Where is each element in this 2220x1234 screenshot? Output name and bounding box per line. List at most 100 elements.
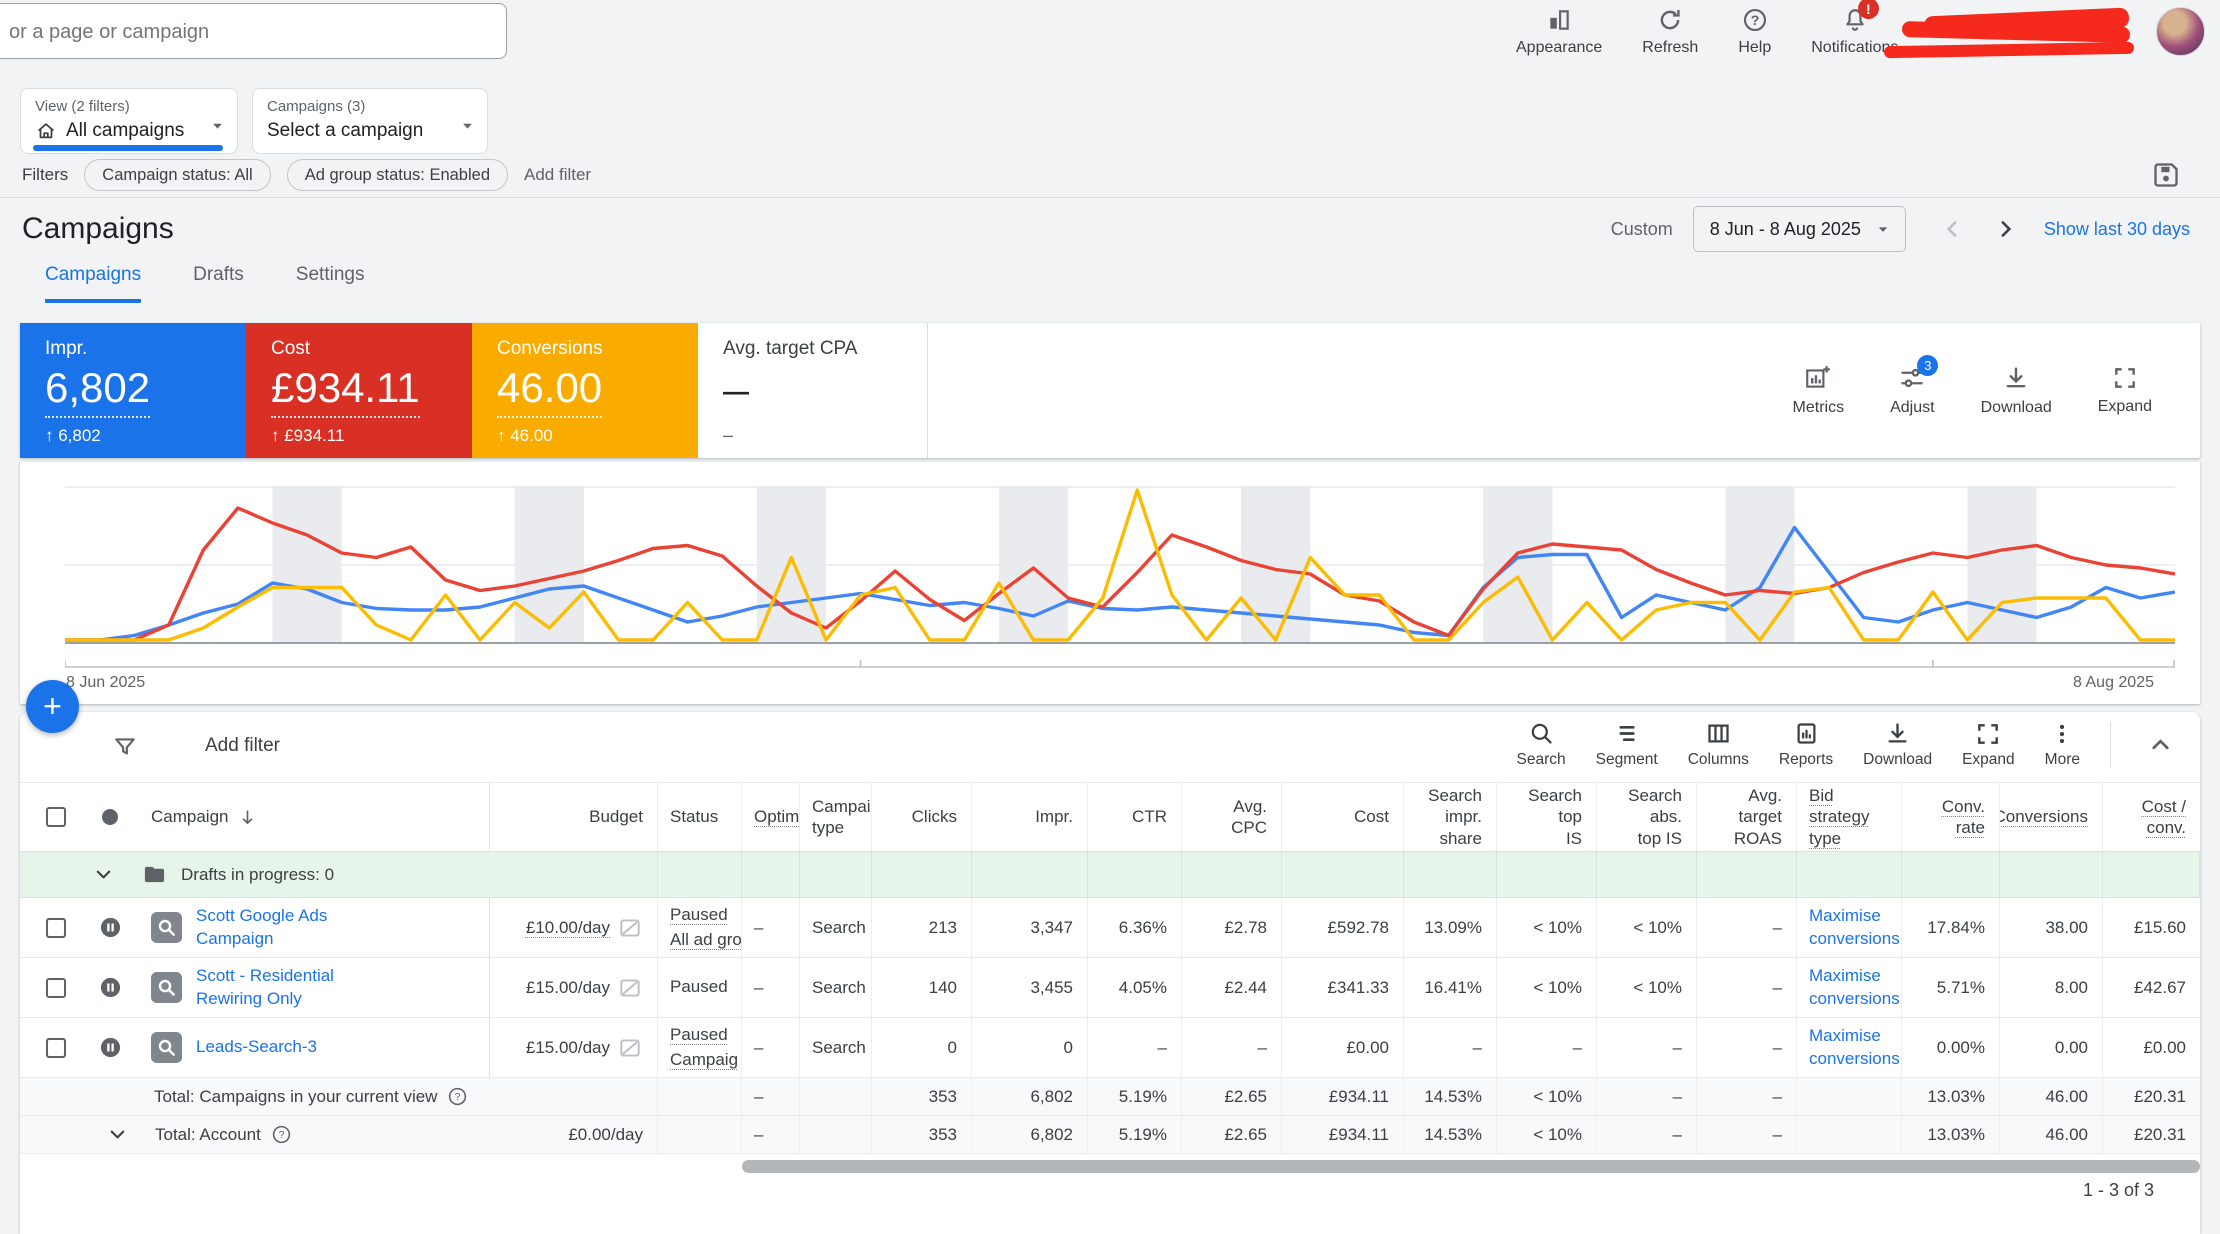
search-icon — [1528, 720, 1555, 747]
metrics-button[interactable]: Metrics — [1793, 364, 1844, 417]
expand-button[interactable]: Expand — [2098, 365, 2152, 416]
refresh-button[interactable]: Refresh — [1642, 7, 1698, 57]
column-header-costconv[interactable]: Cost / conv. — [2103, 783, 2200, 851]
column-header-opt[interactable]: Optimis — [742, 783, 800, 851]
table-reports-button[interactable]: Reports — [1779, 720, 1833, 769]
scorecards: Impr. 6,802 ↑ 6,802 Cost £934.11 ↑ £934.… — [20, 323, 2200, 458]
account-avatar[interactable] — [2156, 7, 2205, 56]
column-header-satis[interactable]: Search abs. top IS — [1597, 783, 1697, 851]
add-filter-link[interactable]: Add filter — [524, 165, 591, 185]
help-icon: ? — [1742, 7, 1768, 34]
horizontal-scrollbar — [490, 1160, 2200, 1173]
next-period-button[interactable] — [1992, 216, 2018, 242]
cell-opt: – — [742, 958, 800, 1017]
column-header-clicks[interactable]: Clicks — [872, 783, 972, 851]
table-download-button[interactable]: Download — [1863, 720, 1932, 769]
previous-period-button[interactable] — [1940, 216, 1966, 242]
bid-strategy-link[interactable]: Maximise conversions — [1809, 1025, 1900, 1069]
column-header-cost[interactable]: Cost — [1282, 783, 1404, 851]
column-header-status[interactable]: Status — [658, 783, 742, 851]
performance-chart[interactable] — [65, 486, 2175, 644]
cell-cost: £341.33 — [1282, 958, 1404, 1017]
campaigns-table: Campaign BudgetStatusOptimisCampai typeCl… — [20, 782, 2200, 1154]
create-campaign-fab[interactable]: + — [26, 680, 79, 733]
row-checkbox[interactable] — [46, 977, 66, 998]
cell-bid: Maximise conversions — [1797, 898, 1902, 957]
tab-campaigns[interactable]: Campaigns — [45, 264, 142, 303]
column-header-ctr[interactable]: CTR — [1088, 783, 1182, 851]
status-line: Paused — [670, 904, 728, 924]
total-cell-cpc: £2.65 — [1182, 1116, 1282, 1153]
adjust-icon: 3 — [1898, 355, 1939, 392]
table-segment-button[interactable]: Segment — [1596, 720, 1658, 769]
cell-conv: 0.00 — [2000, 1018, 2103, 1077]
save-icon[interactable] — [2152, 161, 2180, 189]
column-header-impr[interactable]: Impr. — [972, 783, 1088, 851]
drafts-row: Drafts in progress: 0 — [20, 852, 2200, 898]
global-search-input[interactable] — [0, 4, 520, 60]
campaign-name-link[interactable]: Scott - Residential Rewiring Only — [196, 965, 374, 1009]
column-header-sis[interactable]: Search impr. share — [1404, 783, 1497, 851]
filter-chip-adgroup-status[interactable]: Ad group status: Enabled — [286, 159, 508, 191]
bid-strategy-link[interactable]: Maximise conversions — [1809, 905, 1900, 949]
filter-funnel-icon[interactable] — [112, 734, 138, 760]
table-add-filter[interactable]: Add filter — [205, 735, 280, 757]
download-button[interactable]: Download — [1981, 364, 2052, 417]
scorecard-conversions[interactable]: Conversions 46.00 ↑ 46.00 — [472, 323, 698, 458]
svg-text:?: ? — [455, 1091, 461, 1103]
cell-stis: < 10% — [1497, 898, 1597, 957]
scorecard-cost[interactable]: Cost £934.11 ↑ £934.11 — [246, 323, 472, 458]
tab-settings[interactable]: Settings — [296, 264, 365, 303]
campaign-name-link[interactable]: Leads-Search-3 — [196, 1036, 374, 1058]
campaign-picker[interactable]: Campaigns (3) Select a campaign — [252, 88, 488, 154]
date-range-picker[interactable]: 8 Jun - 8 Aug 2025 — [1692, 206, 1906, 252]
cell-value: 0.00 — [2054, 1037, 2088, 1057]
view-picker[interactable]: View (2 filters) All campaigns — [20, 88, 238, 154]
table-columns-button[interactable]: Columns — [1688, 720, 1749, 769]
svg-text:?: ? — [278, 1129, 284, 1141]
collapse-table-chevron[interactable] — [2141, 731, 2180, 758]
cell-value: – — [1157, 1037, 1167, 1057]
cell-roas: – — [1697, 958, 1797, 1017]
column-header-roas[interactable]: Avg. target ROAS — [1697, 783, 1797, 851]
cell-value: – — [1572, 1037, 1582, 1057]
cell-clicks: 140 — [872, 958, 972, 1017]
budget-value: £15.00/day — [525, 977, 610, 997]
table-expand-button[interactable]: Expand — [1962, 721, 2015, 769]
table-more-button[interactable]: More — [2045, 721, 2080, 769]
column-header-cpc[interactable]: Avg. CPC — [1182, 783, 1282, 851]
row-checkbox[interactable] — [46, 917, 66, 938]
row-checkbox[interactable] — [46, 1037, 66, 1058]
total-cell-cost: £934.11 — [1282, 1078, 1404, 1115]
scrollbar-thumb[interactable] — [742, 1160, 2200, 1173]
campaign-column-header[interactable]: Campaign — [135, 783, 490, 851]
total-value: £0.00/day — [568, 1124, 643, 1144]
campaign-name-link[interactable]: Scott Google Ads Campaign — [196, 905, 374, 949]
total-account-chevron-icon[interactable] — [106, 1123, 129, 1146]
home-icon — [35, 120, 57, 142]
bid-strategy-link[interactable]: Maximise conversions — [1809, 965, 1900, 1009]
show-last-30-days-link[interactable]: Show last 30 days — [2044, 219, 2190, 240]
column-header-bid[interactable]: Bid strategy type — [1797, 783, 1902, 851]
column-header-conv[interactable]: Conversions — [2000, 783, 2103, 851]
cell-value: < 10% — [1633, 917, 1682, 937]
table-search-button[interactable]: Search — [1517, 720, 1566, 769]
column-header-stis[interactable]: Search top IS — [1497, 783, 1597, 851]
column-header-type[interactable]: Campai type — [800, 783, 872, 851]
cell-type: Search — [800, 1018, 872, 1077]
total-current-view-row: Total: Campaigns in your current view? – 3… — [20, 1078, 2200, 1116]
adjust-button[interactable]: 3 Adjust — [1890, 355, 1939, 417]
global-search-box[interactable] — [0, 3, 520, 60]
column-header-convrate[interactable]: Conv. rate — [1902, 783, 2000, 851]
select-all-checkbox[interactable] — [46, 807, 66, 827]
tab-drafts[interactable]: Drafts — [193, 264, 244, 303]
appearance-button[interactable]: Appearance — [1516, 7, 1602, 57]
drafts-chevron-icon[interactable] — [92, 863, 115, 886]
help-button[interactable]: ? Help — [1738, 7, 1771, 57]
scorecard-avg-target-cpa[interactable]: Avg. target CPA — – — [698, 323, 928, 458]
filter-chip-campaign-status[interactable]: Campaign status: All — [84, 159, 271, 191]
column-header-budget[interactable]: Budget — [490, 783, 658, 851]
cell-value: 8.00 — [2054, 977, 2088, 997]
scorecard-impressions[interactable]: Impr. 6,802 ↑ 6,802 — [20, 323, 246, 458]
status-dot-header-icon — [102, 809, 118, 825]
